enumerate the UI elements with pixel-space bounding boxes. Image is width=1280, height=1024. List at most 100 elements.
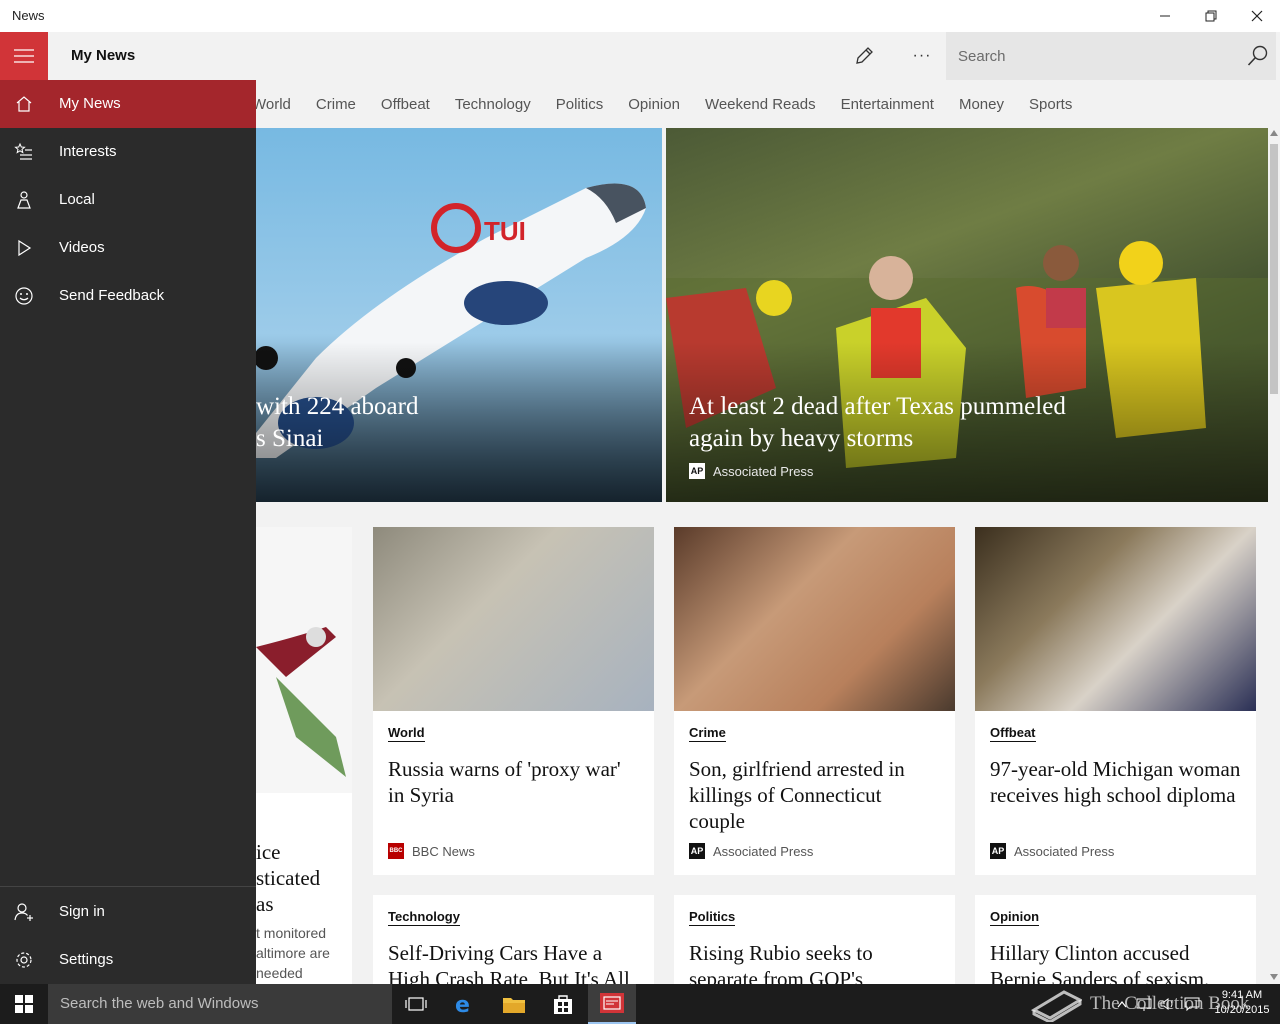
tab-opinion[interactable]: Opinion bbox=[628, 96, 680, 113]
card-category[interactable]: Offbeat bbox=[990, 725, 1036, 742]
scroll-down-arrow-icon[interactable] bbox=[1270, 974, 1278, 980]
nav-item-send-feedback[interactable]: Send Feedback bbox=[0, 272, 256, 320]
card-title: Hillary Clinton accused Bernie Sanders o… bbox=[990, 941, 1210, 984]
card-title: Self-Driving Cars Have a High Crash Rate… bbox=[388, 941, 630, 984]
home-icon bbox=[16, 96, 32, 112]
hamburger-button[interactable] bbox=[0, 32, 48, 80]
windows-logo-icon bbox=[15, 995, 33, 1013]
pencil-icon bbox=[856, 47, 873, 64]
nav-item-interests[interactable]: Interests bbox=[0, 128, 256, 176]
start-button[interactable] bbox=[0, 984, 48, 1024]
search-box[interactable] bbox=[946, 32, 1276, 80]
source-name: Associated Press bbox=[713, 843, 814, 859]
nav-item-label: My News bbox=[59, 95, 121, 112]
graduate-image bbox=[975, 527, 1256, 711]
card-category[interactable]: Politics bbox=[689, 909, 736, 926]
story-card-crime[interactable]: Crime Son, girlfriend arrested in killin… bbox=[674, 527, 955, 875]
store-button[interactable] bbox=[539, 984, 587, 1024]
scrollbar-thumb[interactable] bbox=[1270, 144, 1278, 394]
hero-title-line: with 224 aboard bbox=[256, 393, 419, 420]
tab-entertainment[interactable]: Entertainment bbox=[841, 96, 934, 113]
story-card-world[interactable]: World Russia warns of 'proxy war' in Syr… bbox=[373, 527, 654, 875]
minimize-icon bbox=[1160, 15, 1170, 17]
card-title: Rising Rubio seeks to separate from GOP'… bbox=[689, 941, 873, 984]
task-view-icon bbox=[405, 997, 427, 1011]
scroll-up-arrow-icon[interactable] bbox=[1270, 130, 1278, 136]
tab-politics[interactable]: Politics bbox=[556, 96, 604, 113]
card-source: BBC BBC News bbox=[388, 843, 475, 859]
tab-technology[interactable]: Technology bbox=[455, 96, 531, 113]
card-category[interactable]: Crime bbox=[689, 725, 726, 742]
partial-title-line: sticated bbox=[256, 866, 321, 890]
card-source: AP Associated Press bbox=[990, 843, 1114, 859]
tab-sports[interactable]: Sports bbox=[1029, 96, 1072, 113]
edit-button[interactable] bbox=[840, 32, 888, 80]
folder-icon bbox=[503, 998, 525, 1013]
source-name: BBC News bbox=[412, 843, 475, 859]
star-list-icon bbox=[14, 142, 32, 160]
tab-offbeat[interactable]: Offbeat bbox=[381, 96, 430, 113]
hero-story-plane[interactable]: TUI with 224 aboard s Sinai bbox=[256, 128, 662, 502]
story-card-technology[interactable]: Technology Self-Driving Cars Have a High… bbox=[373, 895, 654, 984]
hero-title-line: At least 2 dead after Texas pummeled bbox=[689, 393, 1066, 420]
card-category[interactable]: Opinion bbox=[990, 909, 1040, 926]
card-title: 97-year-old Michigan woman receives high… bbox=[990, 757, 1241, 807]
nav-item-label: Settings bbox=[59, 951, 114, 968]
vertical-scrollbar[interactable] bbox=[1268, 128, 1280, 984]
title-bar: News bbox=[0, 0, 1280, 32]
nav-item-label: Sign in bbox=[59, 903, 105, 920]
news-app-button[interactable] bbox=[588, 984, 636, 1024]
nav-item-videos[interactable]: Videos bbox=[0, 224, 256, 272]
search-input[interactable] bbox=[946, 32, 1236, 80]
source-logo: BBC bbox=[388, 843, 404, 859]
restore-button[interactable] bbox=[1188, 0, 1234, 32]
hero-title-left: with 224 aboard s Sinai bbox=[256, 391, 418, 455]
hero-source: AP Associated Press bbox=[689, 463, 813, 479]
partial-card-title: ice sticated as bbox=[256, 839, 352, 917]
tab-weekend-reads[interactable]: Weekend Reads bbox=[705, 96, 816, 113]
hero-title-right: At least 2 dead after Texas pummeled aga… bbox=[689, 391, 1249, 455]
story-card-partial[interactable]: ice sticated as t monitored altimore are… bbox=[256, 527, 352, 984]
tab-crime[interactable]: Crime bbox=[316, 96, 356, 113]
soldiers-image bbox=[373, 527, 654, 711]
svg-text:e: e bbox=[455, 993, 470, 1015]
hero-story-texas[interactable]: At least 2 dead after Texas pummeled aga… bbox=[666, 128, 1268, 502]
nav-item-settings[interactable]: Settings bbox=[0, 936, 256, 984]
svg-text:TUI: TUI bbox=[484, 216, 526, 246]
file-explorer-button[interactable] bbox=[490, 984, 538, 1024]
nav-item-sign-in[interactable]: Sign in bbox=[0, 888, 256, 936]
edge-browser-button[interactable]: e bbox=[441, 984, 489, 1024]
taskbar-search-box[interactable]: Search the web and Windows bbox=[48, 984, 392, 1024]
location-person-icon bbox=[17, 191, 31, 209]
story-card-opinion[interactable]: Opinion Hillary Clinton accused Bernie S… bbox=[975, 895, 1256, 984]
story-card-offbeat[interactable]: Offbeat 97-year-old Michigan woman recei… bbox=[975, 527, 1256, 875]
gear-icon bbox=[16, 952, 32, 968]
card-title: Son, girlfriend arrested in killings of … bbox=[689, 757, 905, 833]
add-person-icon bbox=[14, 903, 33, 921]
more-options-button[interactable]: ··· bbox=[898, 32, 946, 80]
restore-icon bbox=[1205, 10, 1217, 22]
card-title: Russia warns of 'proxy war' in Syria bbox=[388, 757, 621, 807]
nav-item-local[interactable]: Local bbox=[0, 176, 256, 224]
search-icon[interactable] bbox=[1246, 44, 1270, 68]
source-logo: AP bbox=[689, 843, 705, 859]
card-category[interactable]: World bbox=[388, 725, 425, 742]
nav-item-my-news[interactable]: My News bbox=[0, 80, 256, 128]
tab-money[interactable]: Money bbox=[959, 96, 1004, 113]
nav-item-label: Interests bbox=[59, 143, 117, 160]
hero-title-line: s Sinai bbox=[256, 425, 324, 452]
partial-summary-line: altimore are bbox=[256, 945, 330, 961]
play-icon bbox=[18, 239, 32, 257]
hero-title-line: again by heavy storms bbox=[689, 425, 914, 452]
task-view-button[interactable] bbox=[392, 984, 440, 1024]
window-title: News bbox=[12, 8, 45, 23]
source-name: Associated Press bbox=[1014, 843, 1115, 859]
plane-image bbox=[256, 527, 352, 793]
minimize-button[interactable] bbox=[1142, 0, 1188, 32]
card-category[interactable]: Technology bbox=[388, 909, 460, 926]
tab-world[interactable]: World bbox=[252, 96, 291, 113]
partial-title-line: as bbox=[256, 892, 274, 916]
close-button[interactable] bbox=[1234, 0, 1280, 32]
card-source: AP Associated Press bbox=[689, 843, 813, 859]
story-card-politics[interactable]: Politics Rising Rubio seeks to separate … bbox=[674, 895, 955, 984]
